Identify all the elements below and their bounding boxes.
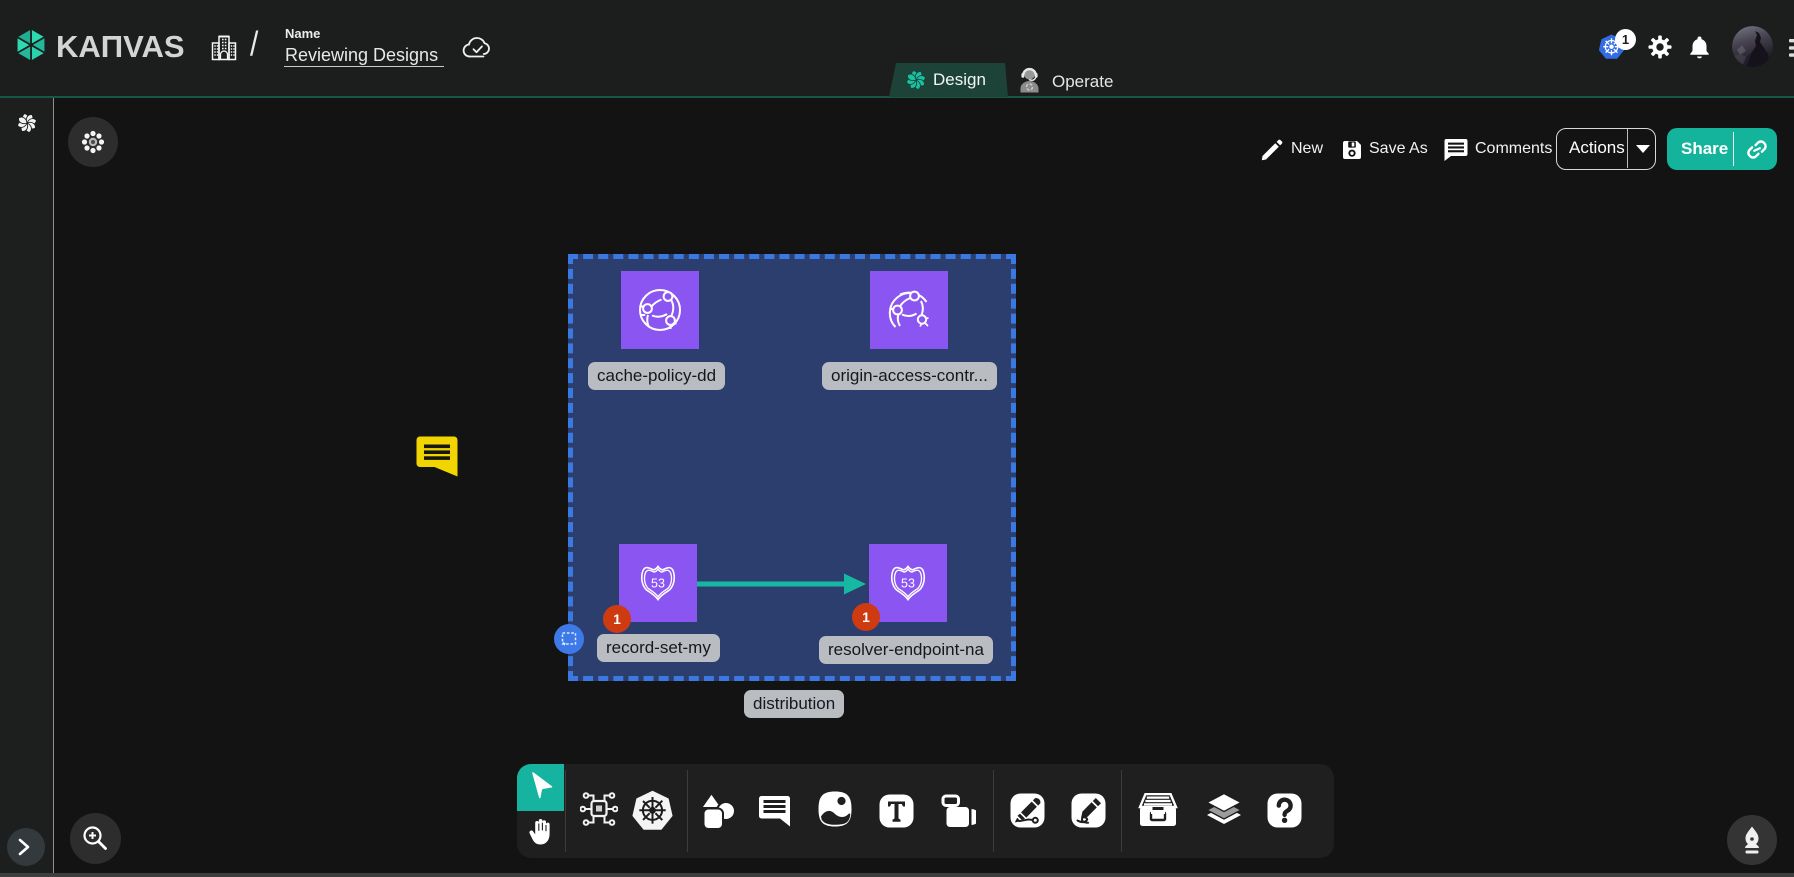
svg-text:53: 53	[901, 577, 915, 591]
svg-text:53: 53	[651, 577, 665, 591]
